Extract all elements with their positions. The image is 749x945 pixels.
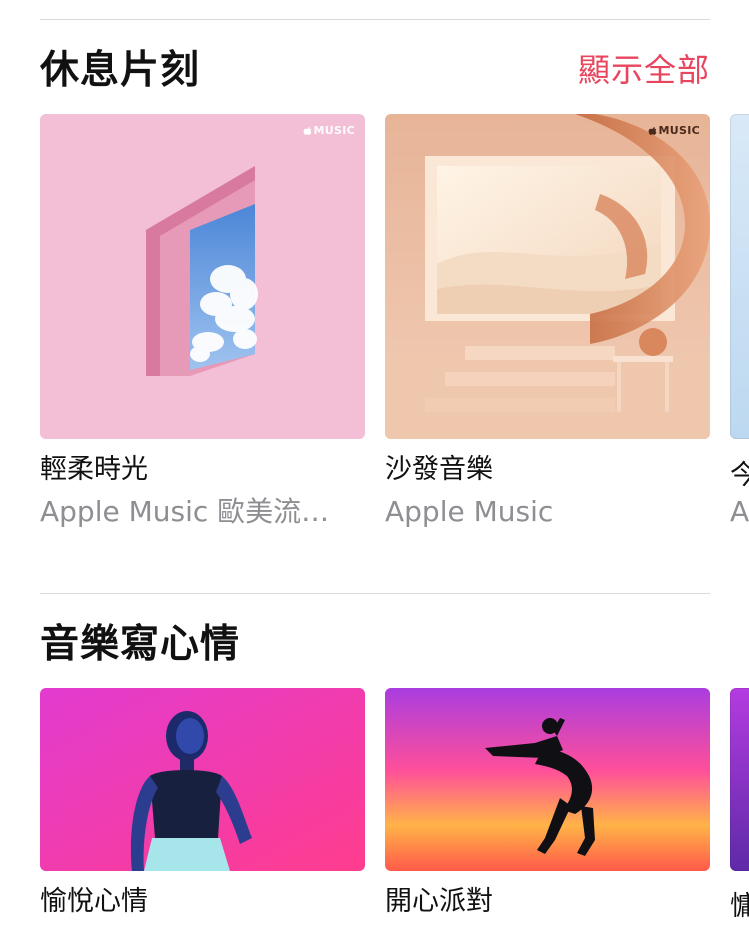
playlist-card-happy-party[interactable]: 開心派對 [385, 688, 710, 919]
section-divider [40, 593, 710, 594]
playlist-curator: Apple Music [385, 495, 554, 528]
playlist-curator: Apple Music 歐美流… [40, 495, 330, 528]
playlist-card-soft-time[interactable]: MUSIC 輕柔時光 Apple Music 歐美流… [40, 114, 365, 529]
playlist-artwork: MUSIC [40, 114, 365, 439]
playlist-title: 輕柔時光 [40, 454, 148, 485]
playlist-curator-peek: A [730, 495, 749, 528]
playlist-artwork [40, 688, 365, 871]
playlist-title: 開心派對 [385, 886, 493, 917]
badge-label: MUSIC [658, 124, 700, 137]
badge-label: MUSIC [313, 124, 355, 137]
playlist-title: 沙發音樂 [385, 454, 493, 485]
section-title-break: 休息片刻 [40, 48, 201, 93]
playlist-card-sofa-music[interactable]: MUSIC 沙發音樂 Apple Music [385, 114, 710, 529]
section-divider-top [40, 19, 710, 20]
playlist-artwork [385, 688, 710, 871]
playlist-artwork [730, 688, 749, 871]
apple-logo-icon [648, 126, 656, 135]
apple-logo-icon [303, 126, 311, 135]
playlist-card-peek[interactable] [730, 688, 749, 871]
playlist-title: 愉悅心情 [40, 886, 148, 917]
playlist-artwork: MUSIC [385, 114, 710, 439]
section-title-mood: 音樂寫心情 [40, 622, 241, 667]
apple-music-badge: MUSIC [648, 124, 700, 137]
playlist-title-peek: 慵 [730, 891, 749, 922]
playlist-card-peek[interactable] [730, 114, 749, 439]
see-all-link[interactable]: 顯示全部 [578, 50, 710, 90]
playlist-artwork [730, 114, 749, 439]
playlist-title-peek: 今 [730, 460, 749, 491]
playlist-card-happy-mood[interactable]: 愉悅心情 [40, 688, 365, 919]
apple-music-badge: MUSIC [303, 124, 355, 137]
